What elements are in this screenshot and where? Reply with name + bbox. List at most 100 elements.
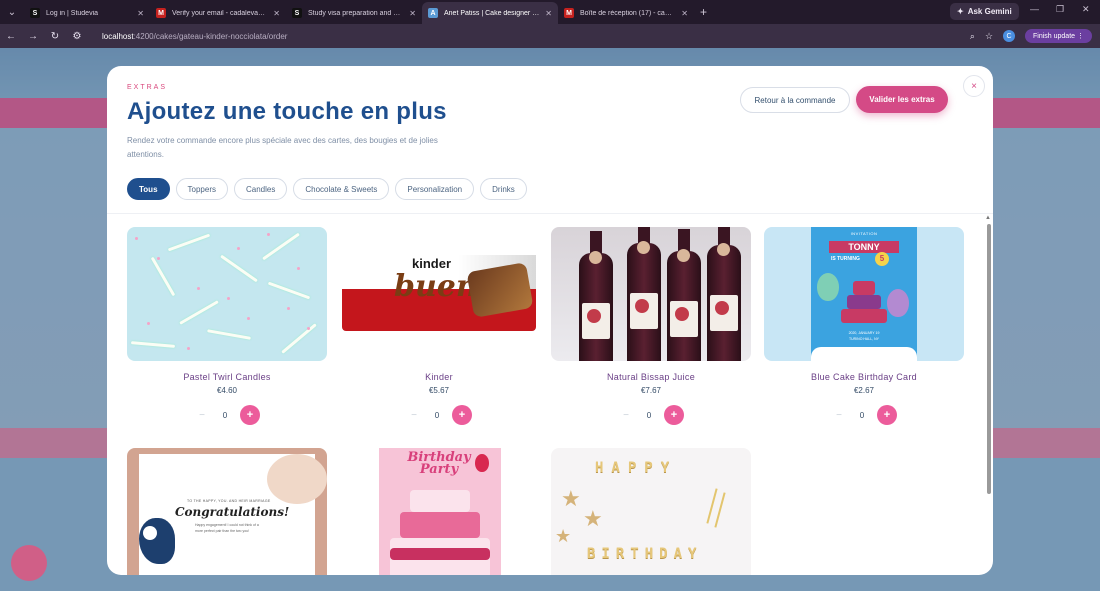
quantity-stepper: − 0 + [339,405,539,425]
decrease-button[interactable]: − [831,407,847,423]
minimize-icon[interactable]: — [1030,4,1039,14]
maximize-icon[interactable]: ❐ [1056,4,1064,15]
card-date-text: 2020, JANUARY 19 [848,331,880,335]
increase-button[interactable]: + [664,405,684,425]
ask-gemini-button[interactable]: ✦ Ask Gemini [950,3,1019,20]
tab-favicon-icon: M [564,8,574,18]
bookmark-star-icon[interactable]: ☆ [985,31,993,42]
tab-title: Log in | Studevia [46,9,99,17]
close-window-icon[interactable]: ✕ [1082,4,1090,15]
sparkle-icon: ✦ [957,7,964,16]
site-info-icon[interactable]: ⚙ [66,31,88,42]
congrats-title-text: Congratulations! [175,505,290,519]
decrease-button[interactable]: − [618,407,634,423]
product-name: Blue Cake Birthday Card [811,372,917,382]
product-image[interactable] [127,227,327,361]
browser-tab[interactable]: M Verify your email - cadalevans5@ ✕ [150,2,286,24]
tab-title: Verify your email - cadalevans5@ [172,9,268,17]
increase-button[interactable]: + [240,405,260,425]
product-image[interactable] [551,227,751,361]
browser-tab[interactable]: M Boîte de réception (17) - cadale ✕ [558,2,694,24]
modal-title: Ajoutez une touche en plus [127,98,447,125]
quantity-stepper: − 0 + [127,405,327,425]
party-title-text: Birthday Party [407,450,471,477]
filter-chocolate-sweets[interactable]: Chocolate & Sweets [293,178,390,200]
product-image[interactable]: Birthday Party [339,448,539,575]
tab-favicon-icon: M [156,8,166,18]
ask-gemini-label: Ask Gemini [967,7,1012,16]
card-turning-text: IS TURNING [831,256,860,262]
product-card[interactable]: HAPPY ★ ★ ★ BIRTHDAY [551,448,751,575]
url-host: localhost [102,31,134,41]
product-card[interactable]: kinder bueno Kinder €5.67 − 0 + [339,227,539,425]
product-image[interactable]: kinder bueno [339,227,539,361]
tab-close-icon[interactable]: ✕ [273,9,280,18]
zoom-icon[interactable]: ⌕ [970,31,975,42]
filter-all[interactable]: Tous [127,178,170,200]
product-image[interactable]: HAPPY ★ ★ ★ BIRTHDAY [551,448,751,575]
category-filters: Tous Toppers Candles Chocolate & Sweets … [127,178,527,200]
tab-favicon-icon: S [30,8,40,18]
tab-favicon-icon: A [428,8,438,18]
filter-drinks[interactable]: Drinks [480,178,527,200]
product-card[interactable]: Birthday Party [339,448,539,575]
quantity-stepper: − 0 + [764,405,964,425]
increase-button[interactable]: + [452,405,472,425]
card-name-text: TONNY [829,241,899,253]
validate-extras-button[interactable]: Valider les extras [856,86,948,113]
decrease-button[interactable]: − [194,407,210,423]
forward-arrow-icon[interactable]: → [22,31,44,42]
tab-favicon-icon: S [292,8,302,18]
increase-button[interactable]: + [877,405,897,425]
filter-candles[interactable]: Candles [233,178,288,200]
finish-update-button[interactable]: Finish update ⋮ [1025,29,1092,43]
modal-eyebrow: EXTRAS [127,84,168,91]
decrease-button[interactable]: − [406,407,422,423]
product-card[interactable]: TO THE HAPPY, YOU. AND HEIR MARRIAGE Con… [127,448,327,575]
header-divider [107,213,993,214]
quantity-value: 0 [859,410,865,420]
card-invitation-text: INVITATION [850,231,878,236]
extras-modal: EXTRAS Ajoutez une touche en plus Rendez… [107,66,993,575]
close-icon[interactable]: × [963,75,985,97]
product-image[interactable]: TO THE HAPPY, YOU. AND HEIR MARRIAGE Con… [127,448,327,575]
congrats-line-text: more perfect pair than the two you! [195,529,250,533]
card-place-text: TURINO HALL, NY [849,337,879,341]
toolbar-right: ⌕ ☆ C Finish update ⋮ [970,24,1100,48]
address-bar[interactable]: localhost:4200/cakes/gateau-kinder-nocci… [102,32,287,41]
browser-tab-active[interactable]: A Anet Patiss | Cake designer & p ✕ [422,2,558,24]
tab-close-icon[interactable]: ✕ [681,9,688,18]
product-card[interactable]: INVITATION TONNY IS TURNING 5 2020, JANU… [764,227,964,425]
back-to-order-button[interactable]: Retour à la commande [740,87,850,113]
modal-subtitle: Rendez votre commande encore plus spécia… [127,136,438,159]
congrats-line-text: Happy engagement! I could not think of a [195,523,259,527]
back-arrow-icon[interactable]: ← [0,31,22,42]
scroll-up-arrow-icon[interactable]: ▲ [985,215,991,221]
filter-personalization[interactable]: Personalization [395,178,475,200]
product-price: €5.67 [428,386,450,395]
product-card[interactable]: Pastel Twirl Candles €4.60 − 0 + [127,227,327,425]
browser-tab[interactable]: S Log in | Studevia ✕ [24,2,150,24]
tab-close-icon[interactable]: ✕ [137,9,144,18]
filter-toppers[interactable]: Toppers [175,178,228,200]
new-tab-icon[interactable]: + [700,5,707,19]
product-price: €4.60 [216,386,238,395]
card-age-text: 5 [875,252,889,266]
tab-close-icon[interactable]: ✕ [409,9,416,18]
scrollbar-thumb[interactable] [987,224,991,494]
tab-search-icon[interactable]: ⌄ [0,0,24,24]
tab-title: Anet Patiss | Cake designer & p [444,9,540,17]
browser-tabstrip: ⌄ S Log in | Studevia ✕ M Verify your em… [0,0,1100,24]
quantity-value: 0 [646,410,652,420]
product-name: Kinder [425,372,453,382]
product-card[interactable]: Natural Bissap Juice €7.67 − 0 + [551,227,751,425]
product-image[interactable]: INVITATION TONNY IS TURNING 5 2020, JANU… [764,227,964,361]
profile-avatar[interactable]: C [1003,30,1016,42]
floating-action-button[interactable] [11,545,47,581]
tab-close-icon[interactable]: ✕ [545,9,552,18]
finish-update-label: Finish update [1033,33,1076,40]
browser-tab[interactable]: S Study visa preparation and emi ✕ [286,2,422,24]
browser-toolbar: ← → ↻ ⚙ localhost:4200/cakes/gateau-kind… [0,24,1100,48]
congrats-small-text: TO THE HAPPY, YOU. AND HEIR MARRIAGE [187,499,271,503]
reload-icon[interactable]: ↻ [44,31,66,42]
